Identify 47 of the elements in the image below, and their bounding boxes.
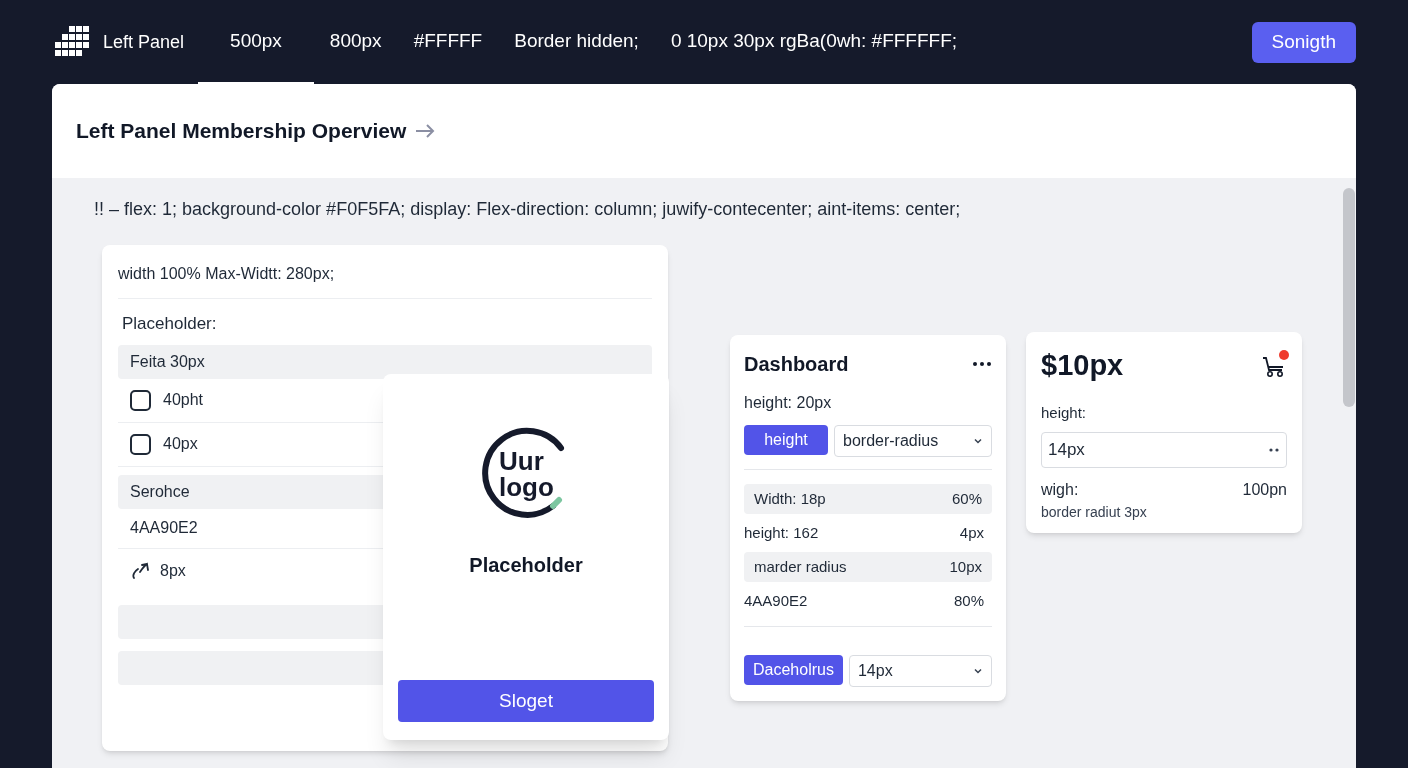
card-header: width 100% Max-Widtt: 280px;: [118, 245, 652, 299]
stat-label: 4AA90E2: [744, 590, 808, 611]
stat-label: height: 162: [744, 522, 819, 543]
stat-label: marder radius: [754, 556, 847, 577]
select-field[interactable]: border-radius: [834, 425, 992, 457]
price-title: $10px: [1041, 348, 1124, 383]
card-subtitle: height: 20px: [744, 393, 833, 413]
nav-tab[interactable]: 800px: [313, 0, 398, 84]
action-button[interactable]: Daceholrus: [744, 655, 843, 685]
arrow-right-icon: [414, 123, 437, 139]
row-value: 100pn: [1242, 480, 1287, 500]
shaded-row: Feita 30px: [118, 344, 652, 379]
logo-text: Uur: [499, 448, 545, 474]
stat-value: 4px: [959, 522, 984, 543]
field-label: height:: [1041, 402, 1088, 423]
scrollbar-thumb[interactable]: [1343, 188, 1355, 407]
checkbox[interactable]: [130, 389, 151, 411]
form-label: Placeholder:: [121, 313, 218, 335]
nav-tab[interactable]: 0 10px 30px rgBa(0wh: #FFFFFF;: [654, 0, 974, 84]
brand-label: Left Panel: [103, 30, 185, 54]
logo-caption: Placeholder: [469, 553, 583, 578]
panel-title: Left Panel Membership Operview: [76, 118, 407, 145]
more-icon[interactable]: [972, 361, 992, 367]
note-text: border radiut 3px: [1041, 503, 1148, 522]
row-text: 4AA90E2: [130, 518, 198, 538]
input-field[interactable]: 14px: [1041, 432, 1287, 468]
action-button[interactable]: height: [744, 425, 828, 455]
primary-button[interactable]: Sloget: [398, 680, 654, 722]
card-title: Dashboard: [744, 352, 849, 377]
chevron-down-icon: [973, 436, 983, 446]
code-line: !! – flex: 1; background-color #F0F5FA; display: Flex-direction: column; juwify-contecenter; aint-items: center;: [94, 198, 962, 221]
checkbox-label: 40px: [163, 434, 198, 454]
nav-tab[interactable]: #FFFFF: [397, 0, 499, 84]
row-label: wigh:: [1041, 480, 1079, 500]
stat-value: 10px: [949, 556, 982, 577]
checkbox-label: 40pht: [163, 390, 204, 410]
checkbox[interactable]: [130, 433, 151, 455]
stat-value: 60%: [951, 488, 982, 509]
nav-button[interactable]: Sonigth: [1251, 21, 1356, 63]
logo-text: logo: [499, 474, 554, 500]
row-text: 8px: [160, 560, 186, 581]
stat-label: Width: 18p: [754, 488, 826, 509]
stat-value: 80%: [953, 590, 984, 611]
dots-icon: [1268, 448, 1280, 452]
chevron-down-icon: [973, 666, 983, 676]
nav-tab[interactable]: Border hidden;: [498, 0, 655, 84]
select-field[interactable]: 14px: [848, 655, 992, 687]
